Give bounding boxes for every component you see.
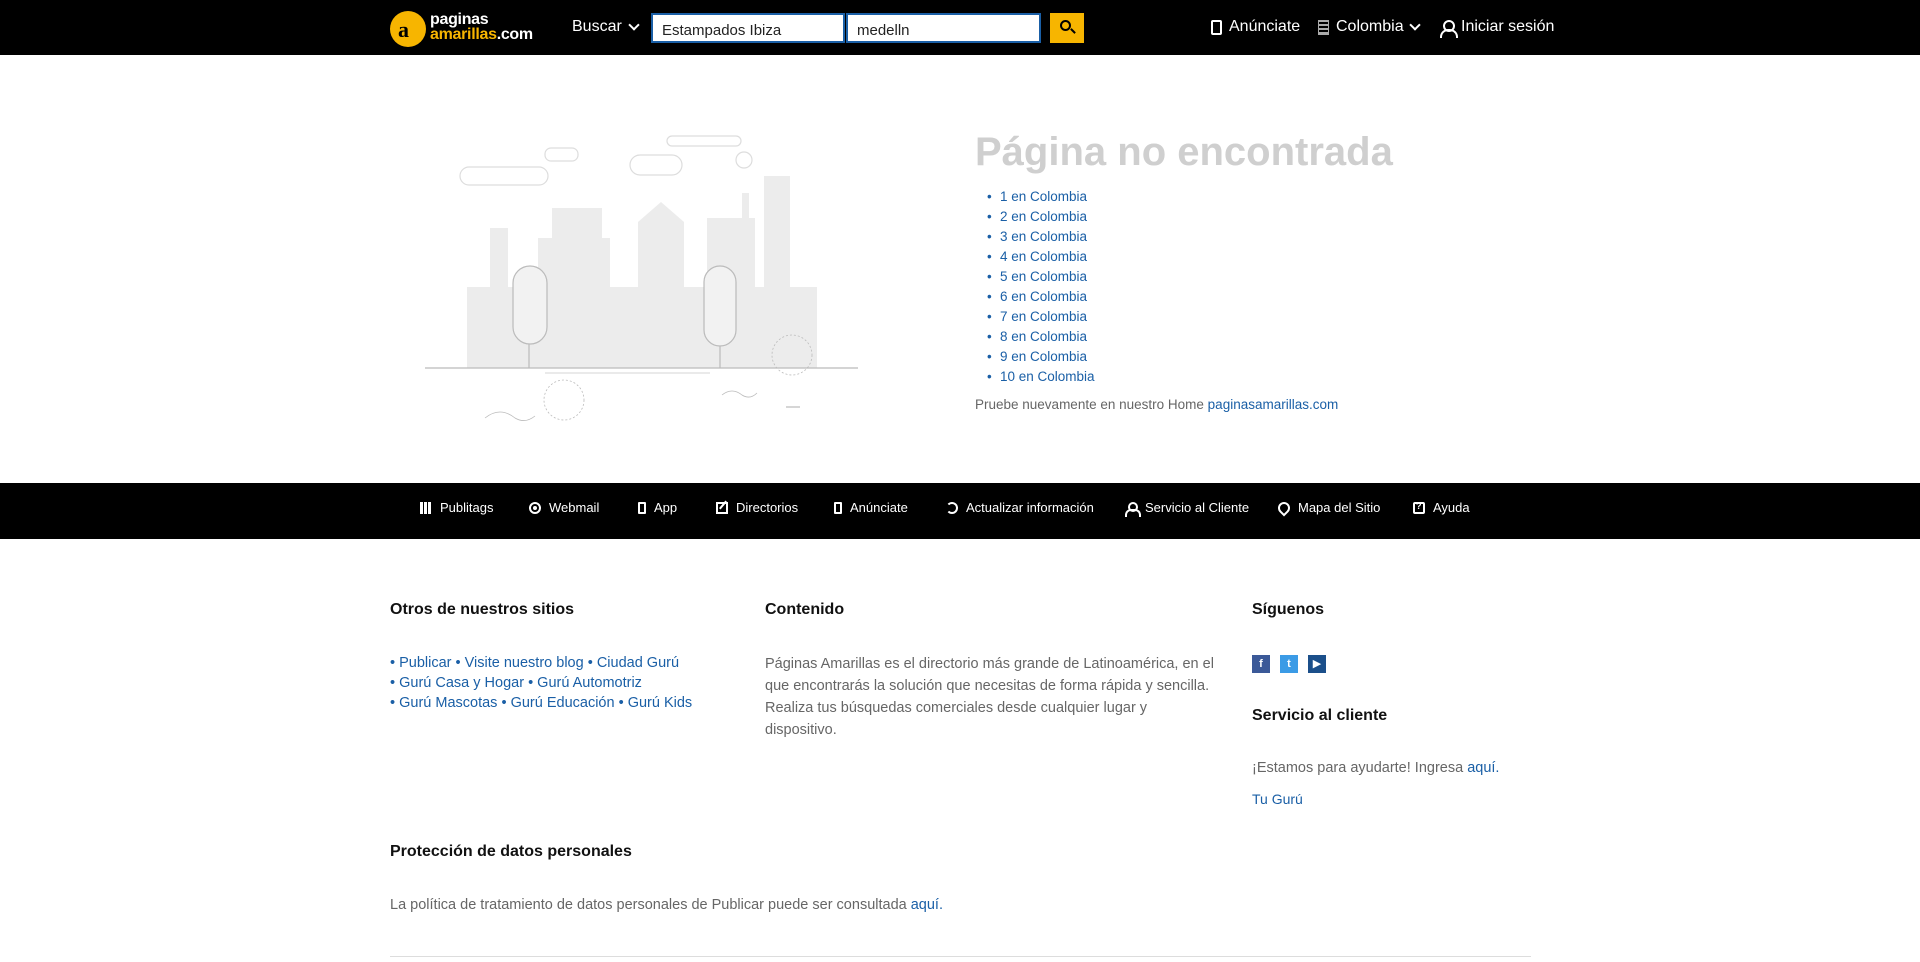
- site-link[interactable]: Gurú Mascotas: [399, 695, 497, 711]
- help-icon: [1413, 501, 1425, 514]
- customer-service-title: Servicio al cliente: [1252, 707, 1388, 724]
- tu-guru-link[interactable]: Tu Gurú: [1252, 791, 1303, 807]
- not-found-link[interactable]: 8 en Colombia: [1000, 329, 1087, 344]
- not-found-link[interactable]: 6 en Colombia: [1000, 289, 1087, 304]
- search-menu-toggle[interactable]: Buscar: [572, 18, 640, 36]
- youtube-icon[interactable]: ▶: [1308, 655, 1326, 673]
- footer-nav-servicio[interactable]: Servicio al Cliente: [1125, 500, 1249, 517]
- page-title: Página no encontrada: [975, 130, 1393, 174]
- content-description: Páginas Amarillas es el directorio más g…: [765, 656, 1214, 738]
- building-icon: [1318, 19, 1329, 35]
- not-found-links: 1 en Colombia 2 en Colombia 3 en Colombi…: [987, 187, 1095, 387]
- footer-nav-app[interactable]: App: [638, 500, 677, 515]
- advertise-link[interactable]: Anúnciate: [1211, 18, 1300, 36]
- search-button[interactable]: [1050, 13, 1084, 43]
- site-link[interactable]: Gurú Automotriz: [537, 675, 642, 691]
- other-sites-links: • Publicar • Visite nuestro blog • Ciuda…: [390, 655, 693, 711]
- refresh-icon: [946, 501, 958, 514]
- search-menu-label: Buscar: [572, 18, 622, 35]
- city-illustration: [425, 135, 858, 421]
- site-link[interactable]: Visite nuestro blog: [465, 655, 584, 671]
- country-label: Colombia: [1336, 18, 1404, 35]
- footer-nav: Publitags Webmail App Directorios Anúnci…: [0, 483, 1920, 539]
- site-link[interactable]: Gurú Kids: [628, 695, 692, 711]
- site-logo[interactable]: a paginas amarillas.com: [390, 9, 546, 47]
- at-icon: [529, 501, 541, 514]
- social-links: f t ▶: [1252, 655, 1326, 673]
- retry-message: Pruebe nuevamente en nuestro Home pagina…: [975, 397, 1338, 412]
- footer-nav-actualizar[interactable]: Actualizar información: [946, 500, 1094, 515]
- site-link[interactable]: Gurú Educación: [511, 695, 615, 711]
- top-header: a paginas amarillas.com Buscar Anúnciate…: [0, 0, 1920, 55]
- not-found-link[interactable]: 3 en Colombia: [1000, 229, 1087, 244]
- footer-nav-directorios[interactable]: Directorios: [716, 500, 798, 515]
- footer-nav-ayuda[interactable]: Ayuda: [1413, 500, 1470, 515]
- not-found-link[interactable]: 10 en Colombia: [1000, 369, 1095, 384]
- phone-icon: [834, 501, 842, 514]
- site-link[interactable]: Publicar: [399, 655, 451, 671]
- phone-icon: [1211, 19, 1222, 35]
- logo-text-line2: amarillas: [430, 26, 497, 43]
- not-found-link[interactable]: 5 en Colombia: [1000, 269, 1087, 284]
- grid-icon: [420, 501, 432, 514]
- logo-text-line1: paginas: [430, 11, 489, 28]
- site-link[interactable]: Ciudad Gurú: [597, 655, 679, 671]
- user-icon: [1440, 19, 1458, 38]
- not-found-link[interactable]: 2 en Colombia: [1000, 209, 1087, 224]
- not-found-link[interactable]: 9 en Colombia: [1000, 349, 1087, 364]
- footer-divider: [390, 956, 1531, 957]
- footer-nav-publitags[interactable]: Publitags: [420, 500, 493, 515]
- other-sites-title: Otros de nuestros sitios: [390, 601, 575, 618]
- not-found-link[interactable]: 4 en Colombia: [1000, 249, 1087, 264]
- facebook-icon[interactable]: f: [1252, 655, 1270, 673]
- customer-service-text: ¡Estamos para ayudarte! Ingresa aquí.: [1252, 760, 1500, 776]
- privacy-text: La política de tratamiento de datos pers…: [390, 897, 943, 913]
- not-found-link[interactable]: 7 en Colombia: [1000, 309, 1087, 324]
- edit-icon: [716, 501, 728, 514]
- footer-nav-anunciate[interactable]: Anúnciate: [834, 500, 908, 515]
- customer-service-link[interactable]: aquí.: [1467, 760, 1499, 776]
- not-found-link[interactable]: 1 en Colombia: [1000, 189, 1087, 204]
- map-icon: [1275, 499, 1293, 516]
- logo-icon: a: [390, 11, 426, 47]
- privacy-link[interactable]: aquí.: [911, 897, 943, 913]
- twitter-icon[interactable]: t: [1280, 655, 1298, 673]
- search-location-input[interactable]: [846, 13, 1041, 43]
- search-query-input[interactable]: [651, 13, 845, 43]
- site-link[interactable]: Gurú Casa y Hogar: [399, 675, 524, 691]
- footer-nav-webmail[interactable]: Webmail: [529, 500, 599, 515]
- login-label: Iniciar sesión: [1461, 18, 1555, 35]
- content-title: Contenido: [765, 601, 845, 618]
- phone-icon: [638, 501, 646, 514]
- login-link[interactable]: Iniciar sesión: [1440, 18, 1555, 38]
- chevron-down-icon: [1408, 18, 1421, 31]
- chevron-down-icon: [628, 18, 640, 31]
- privacy-title: Protección de datos personales: [390, 843, 632, 860]
- footer-nav-mapa[interactable]: Mapa del Sitio: [1275, 499, 1380, 516]
- country-selector[interactable]: Colombia: [1318, 18, 1421, 36]
- person-icon: [1125, 501, 1141, 517]
- advertise-label: Anúnciate: [1229, 18, 1301, 35]
- follow-title: Síguenos: [1252, 601, 1325, 618]
- logo-suffix: .com: [496, 26, 533, 43]
- retry-text: Pruebe nuevamente en nuestro Home: [975, 397, 1204, 412]
- home-link[interactable]: paginasamarillas.com: [1208, 397, 1339, 412]
